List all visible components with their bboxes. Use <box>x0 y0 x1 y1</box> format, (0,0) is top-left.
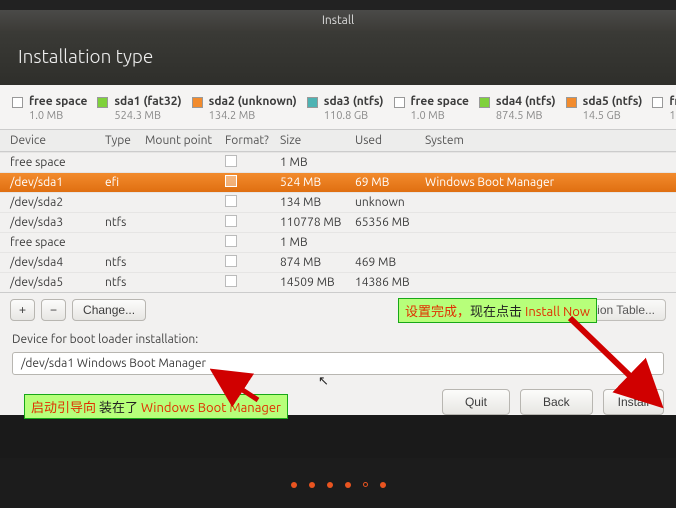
col-size: Size <box>280 134 355 147</box>
table-row[interactable]: /dev/sda4ntfs 874 MB469 MB <box>0 252 676 272</box>
col-format: Format? <box>225 134 280 147</box>
bootloader-select[interactable]: /dev/sda1 Windows Boot Manager <box>12 352 664 375</box>
table-row[interactable]: free space 1 MB <box>0 152 676 172</box>
legend-item: sda5 (ntfs)14.5 GB <box>566 95 643 123</box>
table-row[interactable]: /dev/sda1efi 524 MB69 MBWindows Boot Man… <box>0 172 676 192</box>
progress-dots <box>0 482 676 488</box>
window-title: Install <box>0 10 676 31</box>
table-row[interactable]: /dev/sda2 134 MBunknown <box>0 192 676 212</box>
col-device: Device <box>10 134 105 147</box>
col-type: Type <box>105 134 145 147</box>
mouse-cursor-icon: ↖ <box>318 374 329 389</box>
legend-item: sda3 (ntfs)110.8 GB <box>307 95 384 123</box>
table-row[interactable]: /dev/sda3ntfs 110778 MB65356 MB <box>0 212 676 232</box>
col-used: Used <box>355 134 425 147</box>
change-partition-button[interactable]: Change... <box>72 299 146 321</box>
col-system: System <box>425 134 666 147</box>
annotation-install-now: 设置完成，现在点击 Install Now <box>398 298 597 323</box>
remove-partition-button[interactable]: − <box>41 299 66 321</box>
col-mount: Mount point <box>145 134 225 147</box>
bootloader-label: Device for boot loader installation: <box>0 327 676 350</box>
partition-legend: free space1.0 MB sda1 (fat32)524.3 MB sd… <box>0 85 676 130</box>
quit-button[interactable]: Quit <box>442 389 510 415</box>
legend-item: sda4 (ntfs)874.5 MB <box>479 95 556 123</box>
partition-table: free space 1 MB/dev/sda1efi 524 MB69 MBW… <box>0 152 676 292</box>
legend-item: sda1 (fat32)524.3 MB <box>97 95 181 123</box>
legend-item: free1.0 ME <box>652 95 676 123</box>
bootloader-value: /dev/sda1 Windows Boot Manager <box>21 357 206 370</box>
legend-item: sda2 (unknown)134.2 MB <box>192 95 297 123</box>
table-row[interactable]: /dev/sda5ntfs 14509 MB14386 MB <box>0 272 676 292</box>
main-content: free space1.0 MB sda1 (fat32)524.3 MB sd… <box>0 85 676 415</box>
legend-item: free space1.0 MB <box>394 95 469 123</box>
table-row[interactable]: free space 1 MB <box>0 232 676 252</box>
page-title: Installation type <box>0 31 676 85</box>
legend-item: free space1.0 MB <box>12 95 87 123</box>
install-now-button[interactable]: Install <box>603 389 664 415</box>
table-header: Device Type Mount point Format? Size Use… <box>0 130 676 152</box>
back-button[interactable]: Back <box>520 389 593 415</box>
annotation-boot-manager: 启动引导向 装在了 Windows Boot Manager <box>24 394 288 419</box>
add-partition-button[interactable]: + <box>10 299 35 321</box>
